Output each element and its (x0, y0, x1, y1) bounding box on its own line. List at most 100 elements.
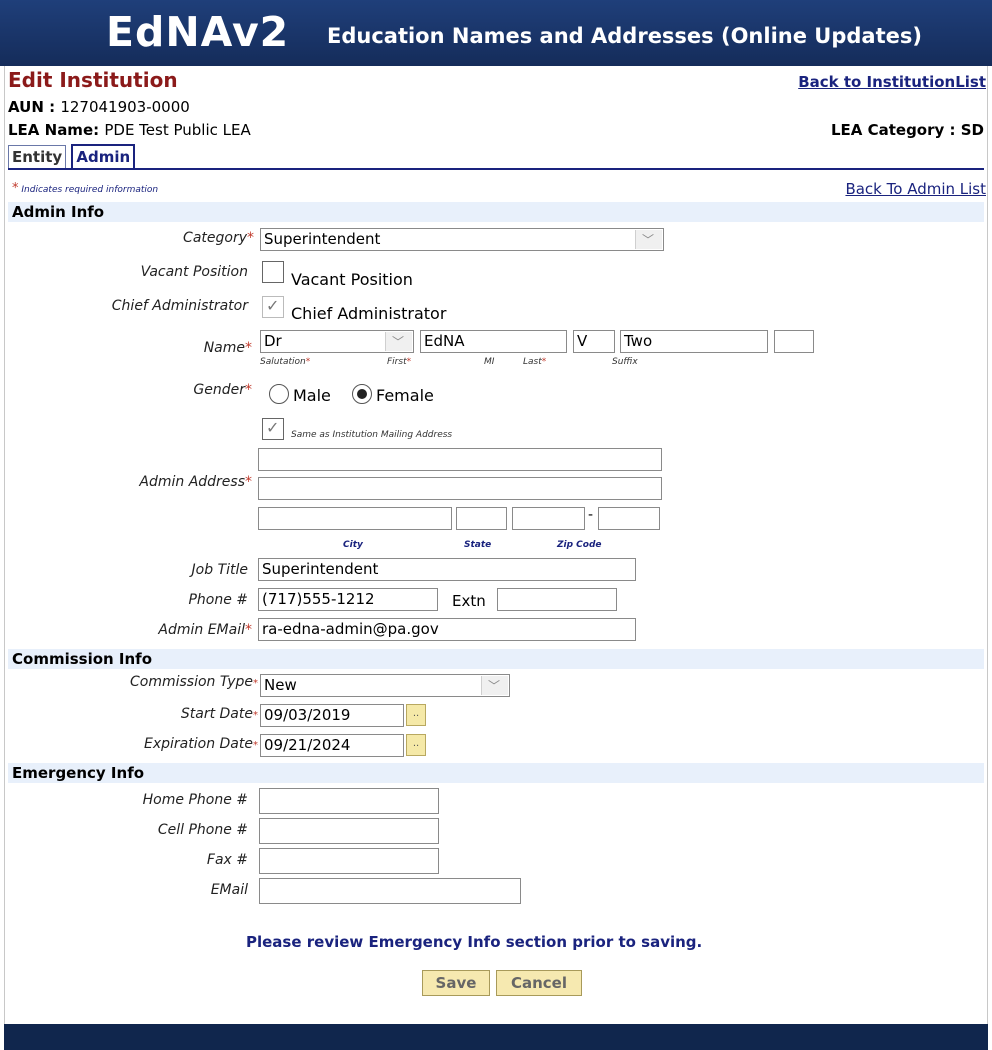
aun-info: AUN : 127041903-0000 (8, 98, 190, 116)
chief-administrator-checkbox-label: Chief Administrator (291, 304, 447, 323)
home-phone-label: Home Phone # (142, 792, 248, 808)
mi-sublabel: MI (484, 357, 495, 367)
zip-input[interactable] (512, 507, 585, 530)
lea-name-value: PDE Test Public LEA (104, 121, 251, 139)
required-asterisk-icon: * (245, 340, 252, 356)
gender-male-radio[interactable] (269, 384, 289, 404)
lea-category-value: SD (960, 121, 984, 139)
start-date-label: Start Date* (181, 706, 258, 722)
middle-initial-input[interactable]: V (573, 330, 615, 353)
commission-info-section-header: Commission Info (8, 649, 984, 669)
required-asterisk-icon: * (247, 230, 254, 246)
required-asterisk-icon: * (253, 740, 258, 751)
emergency-email-label: EMail (210, 882, 248, 898)
tab-bar: Entity Admin (8, 144, 136, 168)
emergency-email-input[interactable] (259, 878, 521, 904)
commission-type-label: Commission Type* (130, 674, 258, 690)
fax-input[interactable] (259, 848, 439, 874)
required-asterisk-icon: * (245, 474, 252, 490)
phone-input[interactable]: (717)555-1212 (258, 588, 438, 611)
last-sublabel: Last* (523, 357, 546, 367)
commission-type-label-text: Commission Type (130, 674, 253, 690)
expiration-date-calendar-icon[interactable]: .. (406, 734, 426, 756)
chevron-down-icon: ﹀ (487, 679, 500, 693)
vacant-position-checkbox-label: Vacant Position (291, 270, 413, 289)
cell-phone-input[interactable] (259, 818, 439, 844)
salutation-select[interactable]: Dr ﹀ (260, 330, 414, 353)
chief-administrator-checkbox[interactable] (262, 296, 284, 318)
category-value: Superintendent (264, 230, 381, 248)
required-asterisk-icon: * (12, 181, 19, 196)
app-header: EdNAv2 Education Names and Addresses (On… (0, 0, 992, 66)
back-to-admin-list-link[interactable]: Back To Admin List (845, 180, 986, 198)
extn-input[interactable] (497, 588, 617, 611)
start-date-input[interactable]: 09/03/2019 (260, 704, 404, 727)
tab-entity[interactable]: Entity (8, 145, 67, 168)
suffix-sublabel: Suffix (612, 357, 638, 367)
admin-info-section-header: Admin Info (8, 202, 984, 222)
name-label: Name* (204, 340, 252, 356)
state-input[interactable] (456, 507, 507, 530)
admin-email-label: Admin EMail* (158, 622, 252, 638)
admin-email-input[interactable]: ra-edna-admin@pa.gov (258, 618, 636, 641)
page-title: Edit Institution (8, 68, 178, 92)
tab-admin[interactable]: Admin (71, 144, 136, 168)
gender-female-label: Female (376, 386, 434, 405)
required-asterisk-icon: * (541, 357, 547, 367)
address-line2-input[interactable] (258, 477, 662, 500)
required-note-text: Indicates required information (21, 185, 159, 195)
suffix-input[interactable] (774, 330, 814, 353)
name-label-text: Name (203, 340, 245, 356)
required-note: * Indicates required information (12, 181, 158, 196)
start-date-label-text: Start Date (180, 706, 253, 722)
back-to-institution-list-link[interactable]: Back to InstitutionList (798, 73, 986, 91)
gender-female-radio[interactable] (352, 384, 372, 404)
category-select[interactable]: Superintendent ﹀ (260, 228, 664, 251)
lea-name-info: LEA Name: PDE Test Public LEA (8, 121, 251, 139)
zip-sublabel: Zip Code (557, 540, 602, 550)
vacant-position-label: Vacant Position (140, 264, 248, 280)
address-line1-input[interactable] (258, 448, 662, 471)
first-name-input[interactable]: EdNA (420, 330, 567, 353)
required-asterisk-icon: * (253, 678, 258, 689)
required-asterisk-icon: * (245, 622, 252, 638)
chevron-down-icon: ﹀ (641, 233, 654, 247)
start-date-calendar-icon[interactable]: .. (406, 704, 426, 726)
aun-label: AUN : (8, 98, 61, 116)
same-as-mailing-label: Same as Institution Mailing Address (291, 430, 453, 440)
required-asterisk-icon: * (406, 357, 412, 367)
extn-label: Extn (452, 592, 486, 610)
home-phone-input[interactable] (259, 788, 439, 814)
last-sublabel-text: Last (523, 357, 542, 367)
city-input[interactable] (258, 507, 452, 530)
page-footer (4, 1024, 988, 1050)
admin-email-label-text: Admin EMail (158, 622, 245, 638)
category-label-text: Category (183, 230, 247, 246)
save-button[interactable]: Save (422, 970, 490, 996)
commission-type-select[interactable]: New ﹀ (260, 674, 510, 697)
app-tagline: Education Names and Addresses (Online Up… (327, 24, 922, 48)
gender-label: Gender* (193, 382, 252, 398)
job-title-input[interactable]: Superintendent (258, 558, 636, 581)
salutation-sublabel: Salutation* (260, 357, 310, 367)
aun-value: 127041903-0000 (60, 98, 190, 116)
zip4-input[interactable] (598, 507, 660, 530)
chevron-down-icon: ﹀ (391, 335, 404, 349)
salutation-sublabel-text: Salutation (260, 357, 306, 367)
job-title-label: Job Title (191, 562, 248, 578)
last-name-input[interactable]: Two (620, 330, 768, 353)
fax-label: Fax # (206, 852, 248, 868)
expiration-date-input[interactable]: 09/21/2024 (260, 734, 404, 757)
category-label: Category* (183, 230, 254, 246)
vacant-position-checkbox[interactable] (262, 261, 284, 283)
gender-male-label: Male (293, 386, 331, 405)
cancel-button[interactable]: Cancel (496, 970, 582, 996)
required-asterisk-icon: * (245, 382, 252, 398)
required-asterisk-icon: * (253, 710, 258, 721)
app-logo: EdNAv2 (106, 8, 290, 56)
zip-dash: - (588, 507, 594, 523)
chief-administrator-label: Chief Administrator (111, 298, 248, 314)
same-as-mailing-checkbox[interactable] (262, 418, 284, 440)
expiration-date-label: Expiration Date* (144, 736, 258, 752)
phone-label: Phone # (188, 592, 248, 608)
